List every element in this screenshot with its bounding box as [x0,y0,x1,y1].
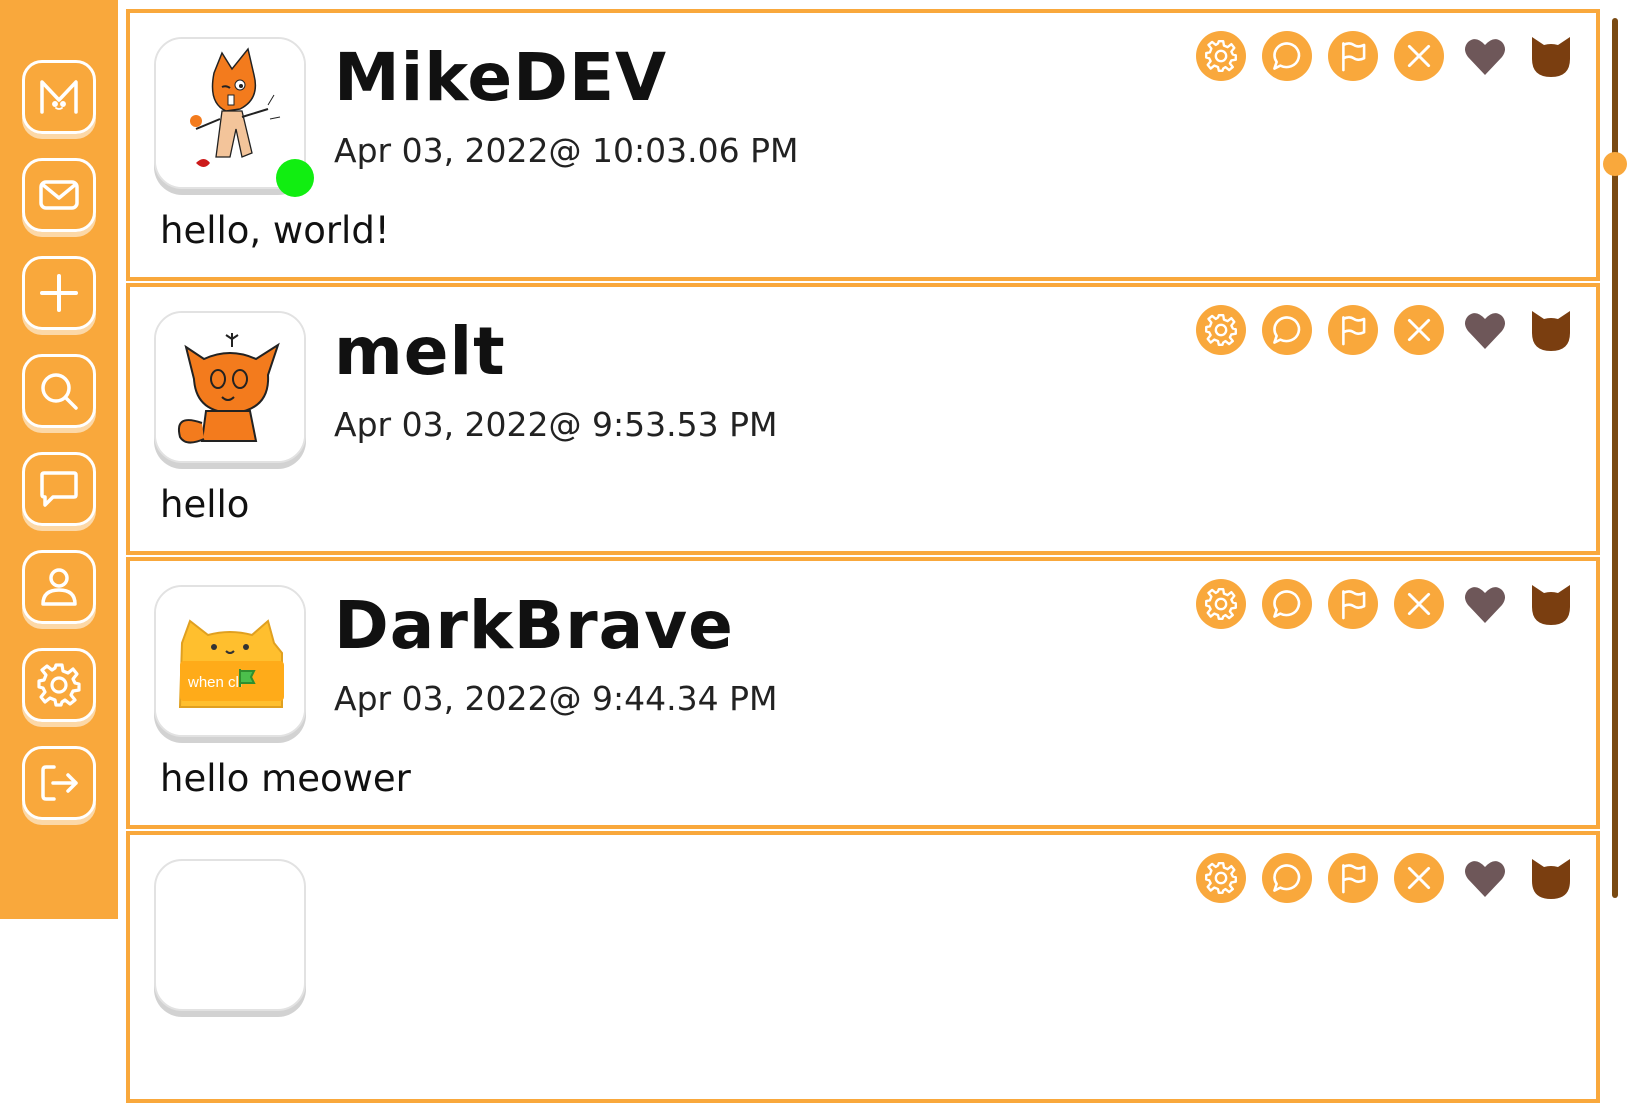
profile-button[interactable] [22,550,96,624]
post-settings-button[interactable] [1196,305,1246,355]
meow-button[interactable] [1526,579,1576,629]
post-timestamp: Apr 03, 2022@ 9:53.53 PM [334,405,778,444]
avatar[interactable]: when cli [154,585,306,737]
plus-icon [40,274,78,312]
cat-icon [1532,37,1570,77]
flag-icon [1342,864,1366,894]
meow-button[interactable] [1526,853,1576,903]
reply-icon [1273,864,1301,892]
cat-icon [1532,311,1570,351]
post-username[interactable]: DarkBrave [334,587,734,664]
post-settings-button[interactable] [1196,853,1246,903]
post-actions [1196,853,1576,903]
reply-button[interactable] [1262,305,1312,355]
reply-button[interactable] [1262,579,1312,629]
gear-icon [1205,40,1237,72]
search-button[interactable] [22,354,96,428]
meow-button[interactable] [1526,305,1576,355]
post-card: melt Apr 03, 2022@ 9:53.53 PM hello [126,283,1600,555]
post-card: when cli DarkBrave Apr 03, 2022@ 9:44.34… [126,557,1600,829]
like-button[interactable] [1460,31,1510,81]
reply-icon [1273,590,1301,618]
post-content: hello, world! [160,209,390,252]
post-settings-button[interactable] [1196,579,1246,629]
avatar[interactable] [154,311,306,463]
post-actions [1196,31,1576,81]
report-button[interactable] [1328,31,1378,81]
post-username[interactable]: melt [334,313,506,390]
chat-icon [40,471,78,507]
close-icon [1407,318,1431,342]
orange-cat-avatar-image [156,313,304,461]
gear-icon [1205,588,1237,620]
report-button[interactable] [1328,853,1378,903]
post-card: MikeDEV Apr 03, 2022@ 10:03.06 PM hello,… [126,9,1600,281]
post-content: hello meower [160,757,411,800]
reply-icon [1273,42,1301,70]
like-button[interactable] [1460,305,1510,355]
inbox-button[interactable] [22,158,96,232]
meow-button[interactable] [1526,31,1576,81]
heart-icon [1465,313,1505,349]
cat-icon [1532,859,1570,899]
home-button[interactable] [22,60,96,134]
heart-icon [1465,861,1505,897]
chats-button[interactable] [22,452,96,526]
heart-icon [1465,587,1505,623]
close-icon [1407,866,1431,890]
flag-icon [1342,590,1366,620]
mail-icon [39,180,79,210]
flag-icon [1342,316,1366,346]
flag-icon [1342,42,1366,72]
logout-icon [41,765,78,801]
post-feed: MikeDEV Apr 03, 2022@ 10:03.06 PM hello,… [118,0,1600,1103]
post-card [126,831,1600,1103]
new-post-button[interactable] [22,256,96,330]
report-button[interactable] [1328,305,1378,355]
reply-icon [1273,316,1301,344]
reply-button[interactable] [1262,31,1312,81]
like-button[interactable] [1460,579,1510,629]
like-button[interactable] [1460,853,1510,903]
scratch-cat-block-avatar-image: when cli [156,587,304,735]
post-settings-button[interactable] [1196,31,1246,81]
gear-icon [1205,862,1237,894]
heart-icon [1465,39,1505,75]
reply-button[interactable] [1262,853,1312,903]
avatar[interactable] [154,859,306,1011]
close-icon [1407,592,1431,616]
logout-button[interactable] [22,746,96,820]
delete-button[interactable] [1394,305,1444,355]
avatar[interactable] [154,37,314,197]
sidebar [0,0,118,919]
post-actions [1196,305,1576,355]
delete-button[interactable] [1394,853,1444,903]
scrollbar-thumb[interactable] [1603,152,1627,176]
online-status-indicator [276,159,314,197]
post-actions [1196,579,1576,629]
report-button[interactable] [1328,579,1378,629]
post-timestamp: Apr 03, 2022@ 9:44.34 PM [334,679,778,718]
avatar-block-text: when cli [187,674,242,691]
scrollbar-track[interactable] [1612,18,1618,898]
gear-icon [37,663,81,707]
delete-button[interactable] [1394,579,1444,629]
post-content: hello [160,483,250,526]
meower-logo-icon [40,80,78,114]
profile-icon [41,568,77,606]
cat-icon [1532,585,1570,625]
post-timestamp: Apr 03, 2022@ 10:03.06 PM [334,131,799,170]
settings-button[interactable] [22,648,96,722]
delete-button[interactable] [1394,31,1444,81]
post-username[interactable]: MikeDEV [334,39,667,116]
search-icon [41,373,78,410]
gear-icon [1205,314,1237,346]
close-icon [1407,44,1431,68]
